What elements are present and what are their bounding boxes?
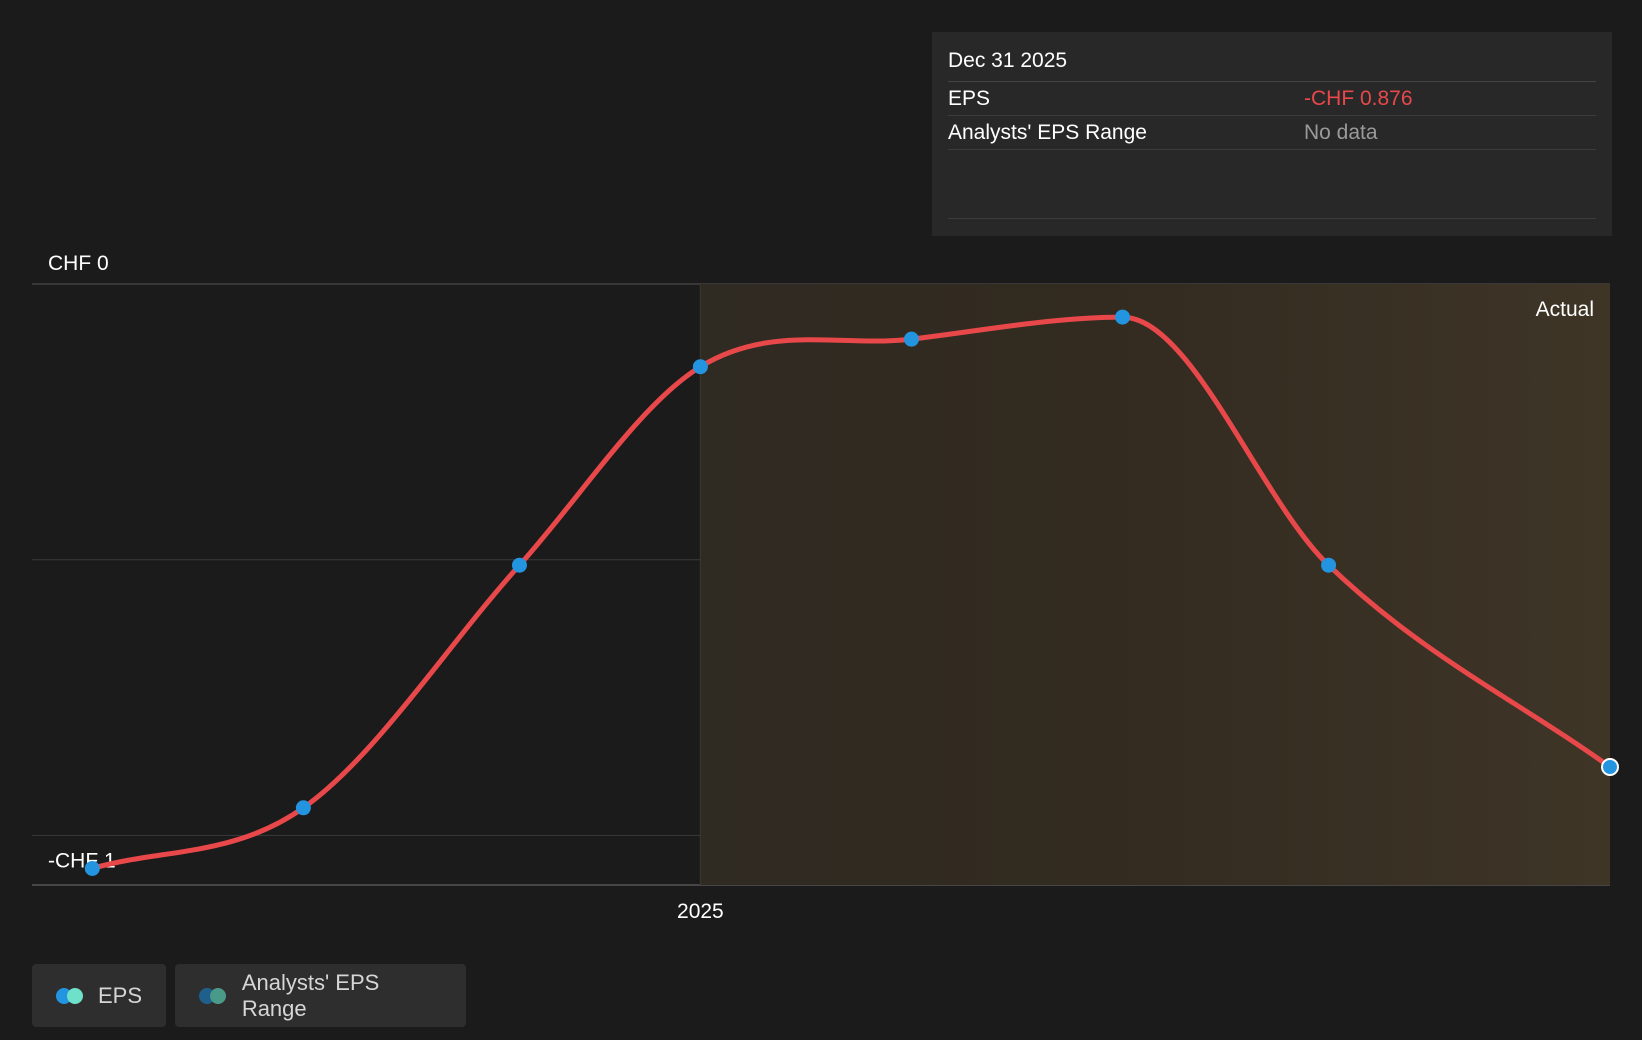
eps-data-point (1115, 309, 1131, 325)
legend-label: Analysts' EPS Range (241, 969, 380, 1021)
eps-data-point (1601, 758, 1619, 777)
tooltip-eps-value: -CHF 0.876 (1304, 87, 1413, 110)
y-tick-label: CHF 0 (48, 252, 109, 275)
actual-region (700, 284, 1610, 885)
legend: EPS Analysts' EPS Range (32, 964, 466, 1027)
eps-data-point (295, 800, 311, 816)
legend-dot (210, 987, 226, 1004)
legend-dot (67, 987, 83, 1004)
legend-item-eps[interactable]: EPS (32, 964, 166, 1027)
y-tick-label: -CHF 1 (48, 849, 116, 872)
range-swatch-icon (199, 987, 228, 1005)
eps-data-point (511, 557, 527, 573)
region-label-actual: Actual (1536, 298, 1594, 321)
legend-label: EPS (97, 982, 142, 1008)
legend-item-analysts-range[interactable]: Analysts' EPS Range (175, 964, 466, 1027)
eps-data-point (903, 331, 919, 347)
eps-data-point (1321, 557, 1337, 573)
tooltip-range-label: Analysts' EPS Range (948, 121, 1147, 144)
tooltip-divider (948, 218, 1596, 219)
eps-data-point (84, 860, 100, 876)
tooltip-row-range: Analysts' EPS Range No data (948, 116, 1596, 150)
eps-swatch-icon (56, 987, 84, 1005)
actual-region-fill (700, 284, 1610, 885)
tooltip-row-eps: EPS -CHF 0.876 (948, 82, 1596, 116)
tooltip-range-value: No data (1304, 121, 1378, 144)
eps-data-point (692, 359, 708, 375)
x-tick-label: 2025 (677, 900, 724, 923)
tooltip-date: Dec 31 2025 (948, 46, 1596, 82)
tooltip: Dec 31 2025 EPS -CHF 0.876 Analysts' EPS… (932, 32, 1612, 236)
tooltip-eps-label: EPS (948, 87, 991, 110)
